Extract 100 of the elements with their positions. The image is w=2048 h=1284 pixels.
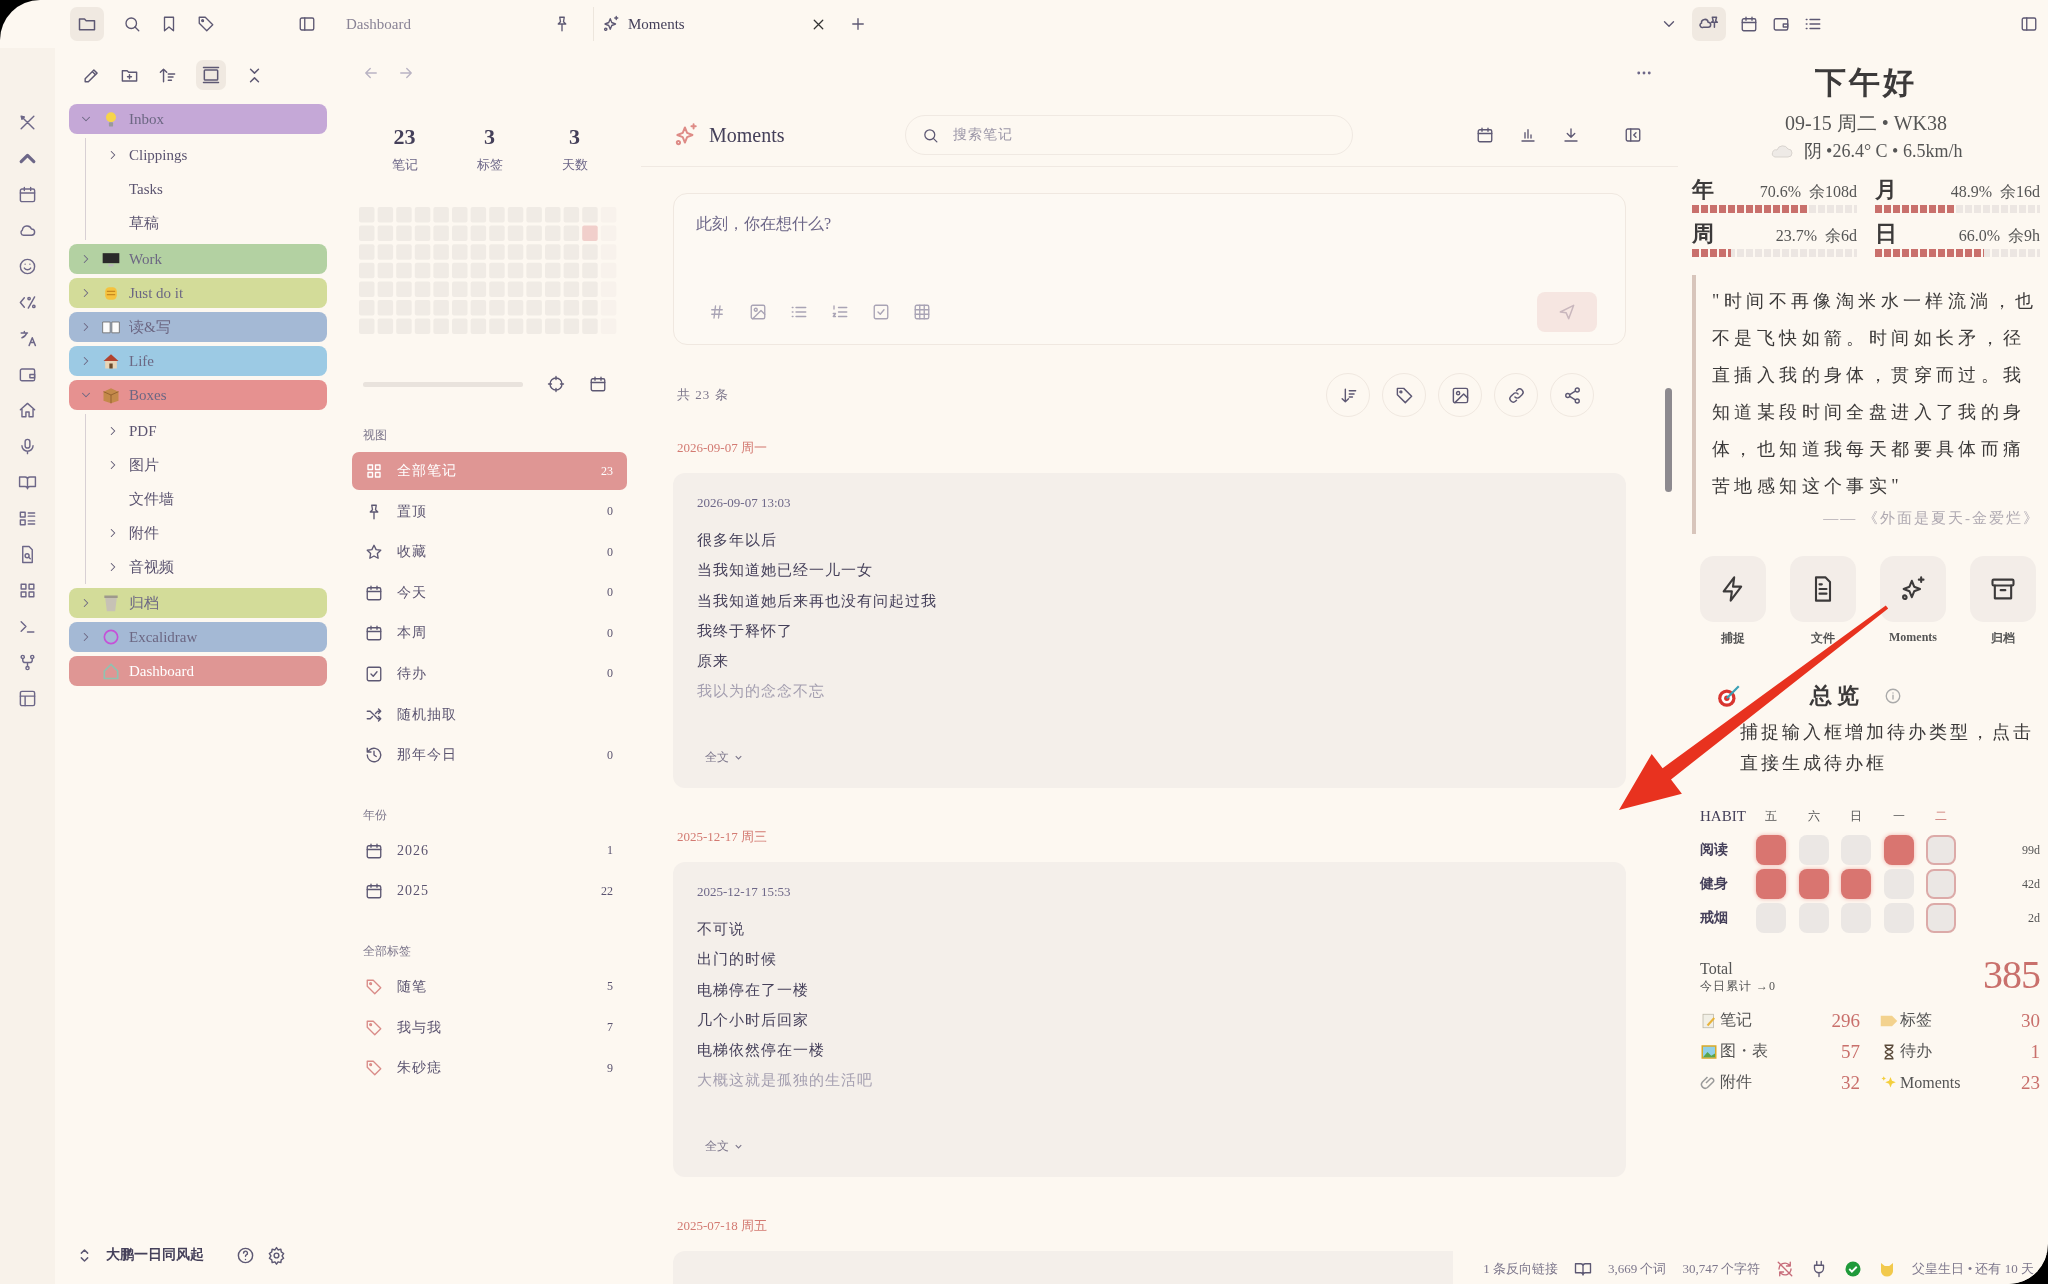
sidebar-icon[interactable] [298,15,316,33]
expand-button[interactable]: 全文 [697,1134,752,1159]
layout-icon[interactable] [18,689,37,708]
view-item[interactable]: 随机抽取 [352,695,627,734]
calendar-icon[interactable] [589,375,607,393]
view-item[interactable]: 随笔 5 [352,967,627,1006]
calendar-icon[interactable] [1740,15,1758,33]
vault-name[interactable]: 大鹏一日同风起 [106,1246,204,1264]
house-outline-icon [101,661,121,681]
tab[interactable]: Moments [593,7,835,41]
view-item[interactable]: 待办 0 [352,654,627,693]
view-item[interactable]: 朱砂痣 9 [352,1049,627,1088]
habit-check[interactable] [1926,903,1957,933]
scrollbar[interactable] [1665,388,1672,492]
note-count: 共 23 条 [676,386,729,404]
habit-check[interactable] [1798,869,1829,899]
search-input[interactable]: 搜索笔记 [950,126,1336,144]
percent-icon[interactable] [18,293,37,312]
tab-title[interactable]: Moments [628,15,802,33]
tree-item[interactable]: 草稿 [86,206,327,240]
count-label: 待办 [1900,1041,1933,1061]
view-toggle[interactable] [196,60,226,90]
search-icon[interactable] [123,15,141,33]
quick-action-button[interactable] [1700,556,1766,622]
tree-item[interactable]: PDF [86,414,327,448]
wallet-icon[interactable] [18,365,37,384]
grid-icon[interactable] [18,581,37,600]
quick-action-button[interactable] [1880,556,1946,622]
files-tab[interactable] [70,7,104,41]
tree-item[interactable]: Clippings [86,138,327,172]
habit-check[interactable] [1926,835,1957,865]
tab-title[interactable]: Dashboard [346,15,545,33]
view-item[interactable]: 2025 22 [352,872,627,911]
backlinks-count[interactable]: 1 条反向链接 [1483,1260,1558,1278]
list-details-icon[interactable] [18,509,37,528]
composer-field[interactable]: 此刻，你在想什么? [673,193,1626,345]
stat-value: 3 [484,124,495,150]
quick-action-button[interactable] [1790,556,1856,622]
folder-item[interactable]: 归档 [69,588,327,618]
translate-icon[interactable] [18,329,37,348]
tools-icon[interactable] [18,113,37,132]
quick-action-label: Moments [1889,630,1937,645]
bar-chart-icon[interactable] [1519,126,1537,144]
tab[interactable]: Dashboard [338,7,579,41]
count-value: 57 [1841,1040,1860,1063]
view-item[interactable]: 那年今日 0 [352,736,627,775]
view-item[interactable]: 置顶 0 [352,492,627,531]
tag-icon[interactable] [197,15,215,33]
note-card[interactable]: 2026-09-07 13:03 很多年以后 当我知道她已经一儿一女 当我知道她后来再也没有问起过我 我终于释怀了 原来 我以为的念念不忘 全文 [673,473,1626,788]
tree-item[interactable]: 文件墙 [86,482,327,516]
tree-item[interactable]: 音视频 [86,550,327,584]
date-heading: 2025-07-18 周五 [677,1217,768,1235]
note-input[interactable]: 此刻，你在想什么? [694,212,1605,292]
sparkle-icon [1899,575,1927,603]
wallet-icon[interactable] [1772,15,1790,33]
view-item[interactable]: 我与我 7 [352,1008,627,1047]
home-icon[interactable] [18,401,37,420]
microphone-icon[interactable] [18,437,37,456]
habit-name: 健身 [1700,875,1729,893]
count-label: 附件 [1720,1072,1753,1092]
note-card[interactable]: 2025-12-17 15:53 不可说 出门的时候 电梯停在了一楼 几个小时后回家 电梯依然停在一楼 大概这就是孤独的生活吧 全文 [673,862,1626,1177]
view-item[interactable]: 收藏 0 [352,533,627,572]
count-value: 30 [2021,1009,2040,1032]
help-icon[interactable] [236,1245,255,1265]
note-line: 原来 [697,652,730,672]
tree-item[interactable]: 图片 [86,448,327,482]
habit-check[interactable] [1883,835,1914,865]
quick-action-button[interactable] [1970,556,2036,622]
calendar-icon[interactable] [1476,126,1494,144]
download-icon[interactable] [1562,126,1580,144]
habit-check[interactable] [1756,835,1787,865]
settings-icon[interactable] [267,1245,286,1265]
expand-button[interactable]: 全文 [697,745,752,770]
habit-check[interactable] [1756,869,1787,899]
sync-tab[interactable] [1692,7,1726,41]
note-time: 2025-12-17 15:53 [697,884,792,900]
send-icon [1557,302,1577,322]
sidebar-icon[interactable] [2020,15,2038,33]
sort-ascending-icon[interactable] [158,65,177,85]
git-fork-icon[interactable] [18,653,37,672]
tree-item[interactable]: Tasks [86,172,327,206]
view-icon [201,65,221,85]
view-item[interactable]: 本周 0 [352,614,627,653]
count-label: 标签 [1900,1010,1933,1030]
habit-check[interactable] [1926,869,1957,899]
panel-icon[interactable] [1624,126,1642,144]
checkbox-icon[interactable] [872,303,890,321]
smiley-icon[interactable] [18,257,37,276]
tree-item[interactable]: 附件 [86,516,327,550]
view-item[interactable]: 2026 1 [352,831,627,870]
crosshair-icon[interactable] [547,375,565,393]
sync-off-icon[interactable] [1776,1260,1795,1278]
plus-icon[interactable] [849,15,867,33]
book-icon[interactable] [1573,1260,1592,1278]
calendar-icon[interactable] [18,185,37,204]
date-line: 09-15 周二 • WK38 [1784,111,1948,136]
view-item[interactable]: 今天 0 [352,573,627,612]
folder-item[interactable]: Just do it [69,278,327,308]
habit-check[interactable] [1841,869,1872,899]
book-icon[interactable] [18,473,37,492]
